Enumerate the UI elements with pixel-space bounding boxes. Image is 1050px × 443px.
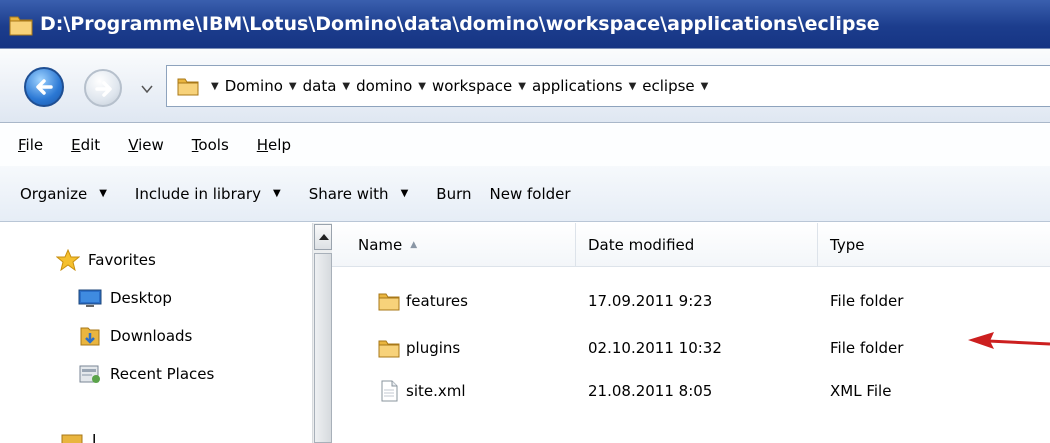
window-title: D:\Programme\IBM\Lotus\Domino\data\domin… bbox=[40, 13, 880, 35]
file-row[interactable]: plugins 02.10.2011 10:32 File folder bbox=[332, 331, 1050, 365]
folder-icon bbox=[177, 78, 199, 96]
nav-downloads[interactable]: Downloads bbox=[78, 325, 192, 347]
annotation-arrow-icon bbox=[968, 332, 1050, 349]
menu-view[interactable]: View bbox=[114, 136, 178, 154]
organize-button[interactable]: Organize ▼ bbox=[6, 185, 121, 203]
file-date: 02.10.2011 10:32 bbox=[588, 339, 722, 357]
breadcrumb-arrow-icon[interactable]: ▼ bbox=[418, 81, 426, 92]
recent-pages-dropdown[interactable] bbox=[141, 85, 153, 93]
star-icon bbox=[56, 249, 80, 271]
recent-places-icon bbox=[79, 365, 100, 383]
breadcrumb-eclipse[interactable]: ▼ eclipse bbox=[629, 77, 695, 95]
breadcrumb-arrow-icon[interactable]: ▼ bbox=[518, 81, 526, 92]
address-field[interactable]: ▼ Domino ▼ data ▼ domino ▼ workspace ▼ applic… bbox=[166, 65, 1050, 107]
xml-file-icon bbox=[381, 380, 398, 402]
breadcrumb-arrow-icon[interactable]: ▼ bbox=[629, 81, 637, 92]
file-list: Name ▲ Date modified Type features 17.09.… bbox=[332, 223, 1050, 443]
folder-icon bbox=[378, 340, 400, 358]
menu-edit[interactable]: Edit bbox=[57, 136, 114, 154]
menu-help[interactable]: Help bbox=[243, 136, 305, 154]
desktop-icon bbox=[78, 289, 102, 307]
window-titlebar: D:\Programme\IBM\Lotus\Domino\data\domin… bbox=[0, 0, 1050, 49]
file-date: 17.09.2011 9:23 bbox=[588, 292, 713, 310]
nav-favorites[interactable]: Favorites bbox=[56, 249, 156, 271]
folder-icon bbox=[9, 16, 33, 36]
column-header-type[interactable]: Type bbox=[818, 223, 1050, 267]
menu-tools[interactable]: Tools bbox=[178, 136, 243, 154]
address-bar: ▼ Domino ▼ data ▼ domino ▼ workspace ▼ applic… bbox=[0, 49, 1050, 123]
file-row[interactable]: features 17.09.2011 9:23 File folder bbox=[332, 284, 1050, 318]
file-name: plugins bbox=[406, 339, 461, 357]
column-header-date[interactable]: Date modified bbox=[576, 223, 818, 267]
chevron-down-icon: ▼ bbox=[99, 188, 107, 199]
column-header-name[interactable]: Name ▲ bbox=[332, 223, 576, 267]
forward-button[interactable] bbox=[84, 69, 122, 107]
burn-button[interactable]: Burn bbox=[422, 185, 485, 203]
file-name: site.xml bbox=[406, 382, 466, 400]
file-type: File folder bbox=[830, 292, 904, 310]
file-date: 21.08.2011 8:05 bbox=[588, 382, 713, 400]
downloads-folder-icon bbox=[80, 327, 100, 346]
nav-scrollbar[interactable] bbox=[312, 223, 332, 443]
breadcrumb-arrow-icon[interactable]: ▼ bbox=[289, 81, 297, 92]
nav-libraries-partial[interactable]: L bbox=[60, 431, 100, 443]
nav-recent-places[interactable]: Recent Places bbox=[78, 363, 214, 385]
breadcrumb-applications[interactable]: ▼ applications bbox=[518, 77, 622, 95]
scroll-up-button[interactable] bbox=[314, 224, 332, 250]
breadcrumb-data[interactable]: ▼ data bbox=[289, 77, 337, 95]
breadcrumb-arrow-icon[interactable]: ▼ bbox=[701, 81, 709, 92]
navigation-pane: Favorites Desktop Downloads Recent Place… bbox=[0, 223, 312, 443]
menu-file[interactable]: File bbox=[4, 136, 57, 154]
menu-bar: File Edit View Tools Help bbox=[0, 124, 1050, 166]
file-name: features bbox=[406, 292, 468, 310]
libraries-icon bbox=[61, 434, 83, 443]
command-toolbar: Organize ▼ Include in library ▼ Share with… bbox=[0, 166, 1050, 222]
breadcrumb-arrow-icon[interactable]: ▼ bbox=[211, 81, 219, 92]
file-type: XML File bbox=[830, 382, 892, 400]
chevron-down-icon: ▼ bbox=[400, 188, 409, 199]
folder-icon bbox=[378, 293, 400, 311]
breadcrumb-workspace[interactable]: ▼ workspace bbox=[418, 77, 512, 95]
back-arrow-icon bbox=[36, 79, 53, 95]
scroll-thumb[interactable] bbox=[314, 253, 332, 443]
back-button[interactable] bbox=[24, 67, 64, 107]
new-folder-button[interactable]: New folder bbox=[486, 185, 585, 203]
share-with-button[interactable]: Share with ▼ bbox=[295, 185, 423, 203]
include-in-library-button[interactable]: Include in library ▼ bbox=[121, 185, 295, 203]
file-type: File folder bbox=[830, 339, 904, 357]
forward-arrow-icon bbox=[95, 81, 112, 97]
nav-desktop[interactable]: Desktop bbox=[78, 287, 172, 309]
breadcrumb-domino-sub[interactable]: ▼ domino bbox=[342, 77, 412, 95]
chevron-down-icon: ▼ bbox=[272, 188, 281, 199]
breadcrumb-children-arrow[interactable]: ▼ bbox=[701, 81, 715, 92]
file-row[interactable]: site.xml 21.08.2011 8:05 XML File bbox=[332, 374, 1050, 408]
breadcrumb-domino[interactable]: ▼ Domino bbox=[211, 77, 283, 95]
sort-ascending-icon: ▲ bbox=[410, 239, 418, 250]
breadcrumb-arrow-icon[interactable]: ▼ bbox=[342, 81, 350, 92]
